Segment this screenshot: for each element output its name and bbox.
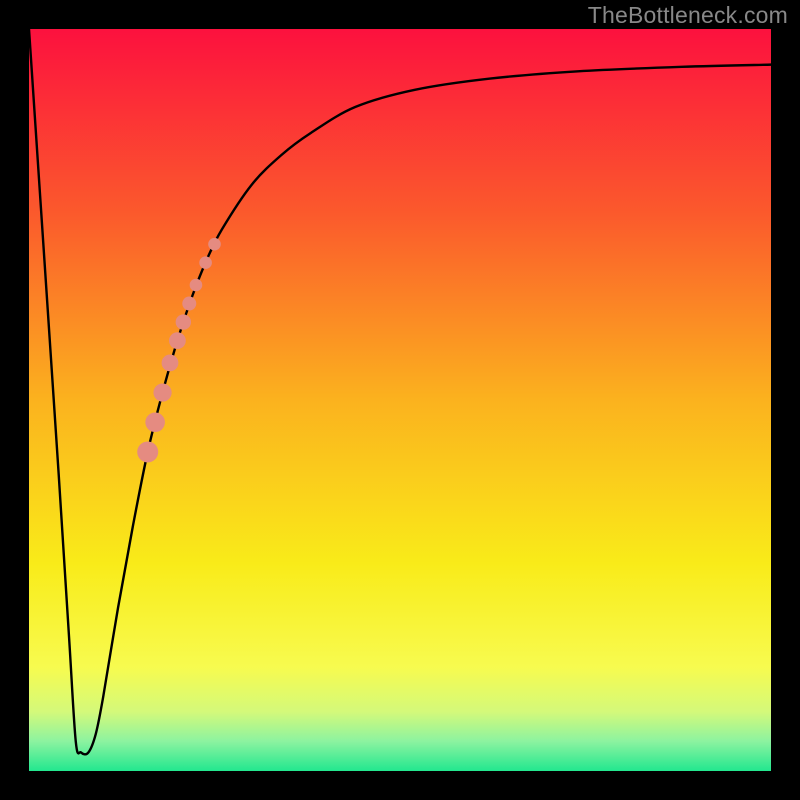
marker-dot: [190, 279, 203, 292]
marker-dot: [199, 256, 212, 269]
marker-dot: [182, 297, 196, 311]
bottleneck-chart: [0, 0, 800, 800]
chart-container: TheBottleneck.com: [0, 0, 800, 800]
marker-dot: [153, 383, 171, 401]
marker-dot: [208, 238, 221, 251]
marker-dot: [176, 314, 191, 329]
watermark-label: TheBottleneck.com: [588, 2, 788, 29]
marker-dot: [169, 332, 186, 349]
marker-dot: [145, 412, 165, 432]
plot-background-gradient: [29, 29, 771, 771]
marker-dot: [137, 441, 158, 462]
marker-dot: [162, 355, 179, 372]
